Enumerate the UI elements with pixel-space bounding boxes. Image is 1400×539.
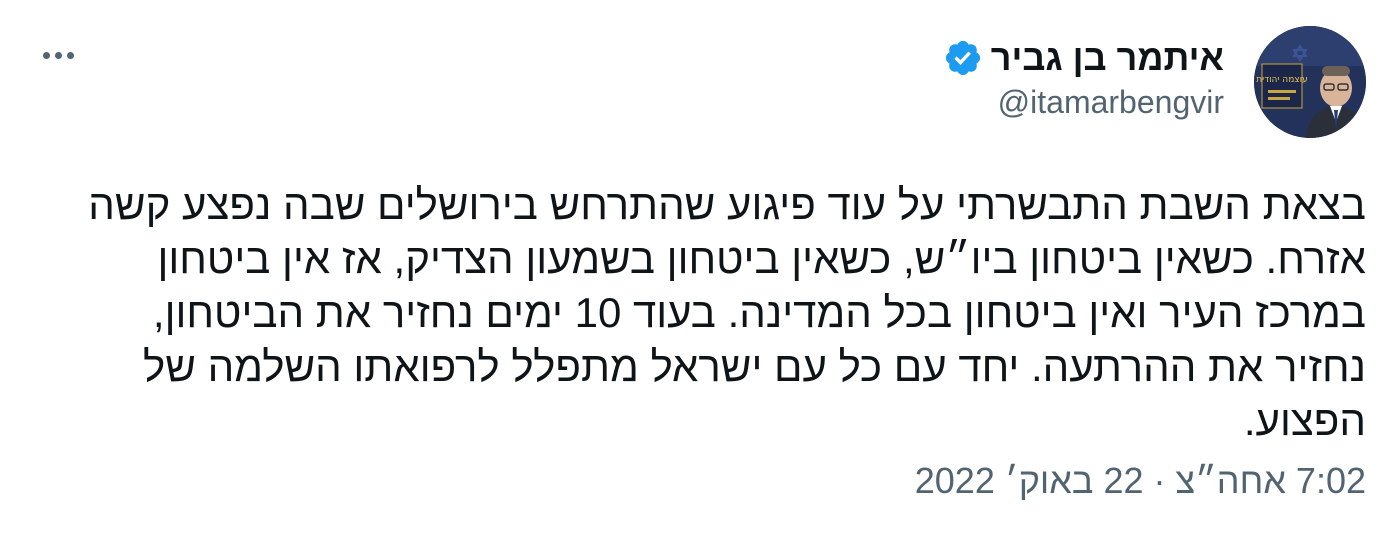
more-options-icon [42, 51, 50, 59]
avatar-image: עוצמה יהודית [1254, 26, 1366, 138]
tweet-text-line: נחזיר את ההרתעה. יחד עם כל עם ישראל מתפל… [142, 343, 1366, 390]
more-options-button[interactable] [36, 40, 80, 70]
avatar-sign-text: עוצמה יהודית [1256, 75, 1307, 85]
tweet-text-line: במרכז העיר ואין ביטחון בכל המדינה. בעוד … [152, 289, 1366, 336]
tweet-text-line: הפצוע. [1243, 397, 1366, 444]
tweet-text-line: אזרח. כשאין ביטחון ביו״ש, כשאין ביטחון ב… [157, 235, 1366, 282]
more-options-icon [66, 51, 74, 59]
author-handle[interactable]: @itamarbengvir [998, 84, 1224, 121]
more-options-icon [54, 51, 62, 59]
tweet-timestamp[interactable]: 7:02 אחה״צ · 22 באוק׳ 2022 [915, 460, 1366, 502]
tweet-text: בצאת השבת התבשרתי על עוד פיגוע שהתרחש בי… [34, 178, 1366, 448]
author-name-row[interactable]: איתמר בן גביר [943, 34, 1224, 82]
verified-badge-icon [945, 40, 980, 76]
author-display-name[interactable]: איתמר בן גביר [991, 37, 1224, 79]
tweet-text-line: בצאת השבת התבשרתי על עוד פיגוע שהתרחש בי… [88, 181, 1366, 228]
profile-avatar[interactable]: עוצמה יהודית [1254, 26, 1366, 138]
tweet-card: עוצמה יהודית איתמר בן גביר @itamarbengvi… [0, 0, 1400, 539]
